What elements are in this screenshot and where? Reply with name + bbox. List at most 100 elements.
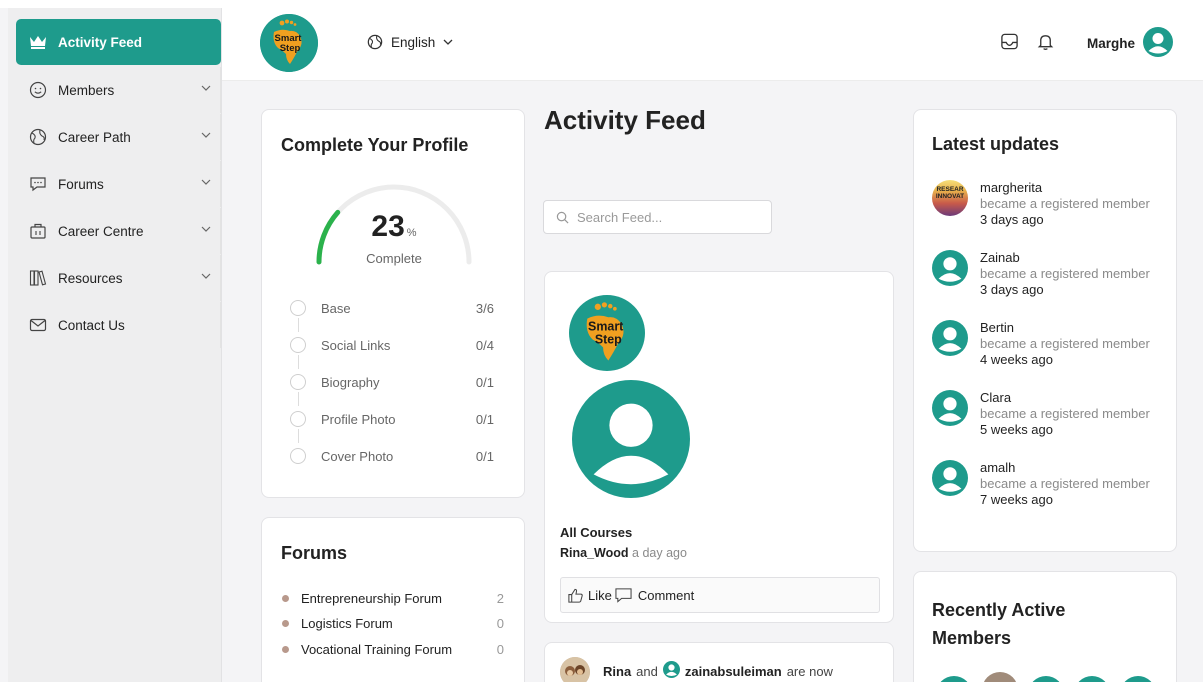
member-avatar[interactable]: RESEAR INNOVAT <box>932 180 968 216</box>
logo-text: Step <box>595 332 622 346</box>
sidebar-item-career-path[interactable]: Career Path <box>16 114 221 160</box>
forum-item[interactable]: Entrepreneurship Forum 2 <box>282 591 504 606</box>
member-avatar[interactable] <box>1074 676 1110 682</box>
member-avatar[interactable] <box>932 460 968 496</box>
bullet-icon <box>282 620 289 627</box>
sidebar-item-label: Members <box>58 82 115 98</box>
member-avatar[interactable] <box>932 390 968 426</box>
bullet-icon <box>282 646 289 653</box>
inbox-icon[interactable] <box>1000 32 1019 54</box>
sidebar-item-resources[interactable]: Resources <box>16 255 221 301</box>
search-input[interactable] <box>577 209 747 225</box>
update-item: Zainab became a registered member 3 days… <box>932 250 1150 298</box>
card-title-line: Members <box>932 628 1012 648</box>
sidebar-item-career-centre[interactable]: Career Centre <box>16 208 221 254</box>
books-icon <box>28 268 48 288</box>
forum-count: 0 <box>496 616 504 631</box>
forum-link[interactable]: Logistics Forum <box>301 616 393 631</box>
bell-icon[interactable] <box>1036 32 1055 54</box>
step-count: 0/1 <box>475 411 494 427</box>
step-circle-icon <box>290 337 306 353</box>
card-title: Recently Active Members <box>932 596 1065 652</box>
member-link[interactable]: Bertin <box>980 320 1150 336</box>
profile-step[interactable]: Social Links 0/4 <box>290 337 494 353</box>
comment-icon <box>615 587 632 603</box>
member-avatar[interactable] <box>932 250 968 286</box>
forum-item[interactable]: Logistics Forum 0 <box>282 616 504 631</box>
chevron-down-icon[interactable] <box>200 270 212 285</box>
language-selector[interactable]: English <box>367 34 462 50</box>
step-connector <box>298 392 299 406</box>
step-label: Profile Photo <box>321 411 396 427</box>
update-item: amalh became a registered member 7 weeks… <box>932 460 1150 508</box>
globe-icon <box>28 127 48 147</box>
member-link[interactable]: Clara <box>980 390 1150 406</box>
member-avatar[interactable] <box>936 676 972 682</box>
connector-text: and <box>636 663 658 679</box>
bullet-icon <box>282 595 289 602</box>
update-action: became a registered member <box>980 406 1150 421</box>
search-feed[interactable] <box>543 200 772 234</box>
member-link[interactable]: Rina <box>603 664 631 679</box>
sidebar-item-activity-feed[interactable]: Activity Feed <box>16 19 221 65</box>
update-time: 3 days ago <box>980 212 1044 227</box>
group-avatar[interactable]: Smart Step <box>569 295 645 371</box>
post-meta: Rina_Wood a day ago <box>560 546 687 560</box>
forum-link[interactable]: Vocational Training Forum <box>301 642 452 657</box>
update-item: Bertin became a registered member 4 week… <box>932 320 1150 368</box>
step-connector <box>298 429 299 443</box>
progress-percent: 23 <box>371 210 405 243</box>
forum-link[interactable]: Entrepreneurship Forum <box>301 591 442 606</box>
header: Smart Step English Marghe <box>222 8 1203 81</box>
member-avatar[interactable] <box>1028 676 1064 682</box>
member-link[interactable]: Zainab <box>980 250 1150 266</box>
step-count: 0/4 <box>475 337 494 353</box>
post-actions: Like Comment <box>560 577 880 613</box>
page-title: Activity Feed <box>544 105 706 135</box>
avatar-text: INNOVAT <box>935 193 965 200</box>
member-avatar[interactable] <box>932 320 968 356</box>
card-title: Complete Your Profile <box>281 135 469 155</box>
step-label: Base <box>321 300 351 316</box>
sidebar-item-label: Resources <box>58 270 123 286</box>
profile-step[interactable]: Biography 0/1 <box>290 374 494 390</box>
sidebar-item-label: Career Centre <box>58 223 144 239</box>
profile-step[interactable]: Cover Photo 0/1 <box>290 448 494 464</box>
step-count: 0/1 <box>475 448 494 464</box>
sidebar-item-members[interactable]: Members <box>16 67 221 113</box>
chevron-down-icon[interactable] <box>200 82 212 97</box>
like-button[interactable]: Like <box>567 587 612 604</box>
site-logo[interactable]: Smart Step <box>260 14 318 72</box>
card-title: Forums <box>281 543 348 563</box>
member-avatar[interactable] <box>1120 676 1156 682</box>
profile-step[interactable]: Base 3/6 <box>290 300 494 316</box>
post-title[interactable]: All Courses <box>560 525 632 540</box>
user-avatar[interactable] <box>1143 27 1173 57</box>
profile-step[interactable]: Profile Photo 0/1 <box>290 411 494 427</box>
chevron-down-icon[interactable] <box>200 223 212 238</box>
chevron-down-icon[interactable] <box>200 176 212 191</box>
author-avatar[interactable] <box>572 380 690 498</box>
post-author[interactable]: Rina_Wood <box>560 546 629 560</box>
step-count: 0/1 <box>475 374 494 390</box>
step-connector <box>298 318 299 332</box>
user-name[interactable]: Marghe <box>1087 36 1135 51</box>
logo-text: Step <box>280 43 301 54</box>
chevron-down-icon[interactable] <box>200 129 212 144</box>
step-connector <box>298 355 299 369</box>
member-link[interactable]: zainabsuleiman <box>685 664 782 679</box>
member-link[interactable]: margherita <box>980 180 1150 196</box>
step-label: Social Links <box>321 337 391 353</box>
forum-item[interactable]: Vocational Training Forum 0 <box>282 642 504 657</box>
member-link[interactable]: amalh <box>980 460 1150 476</box>
step-circle-icon <box>290 448 306 464</box>
smiley-icon <box>28 80 48 100</box>
profile-completion-card: Complete Your Profile 23% Complete Base 3… <box>261 109 525 498</box>
sidebar-item-forums[interactable]: Forums <box>16 161 221 207</box>
sidebar-item-contact-us[interactable]: Contact Us <box>16 302 221 348</box>
member-avatar[interactable] <box>982 672 1018 682</box>
activity-post: Rina and zainabsuleiman are now <box>544 642 894 682</box>
comment-button[interactable]: Comment <box>614 587 694 604</box>
author-avatar[interactable] <box>560 657 590 682</box>
post-summary-text: are now <box>786 663 833 679</box>
